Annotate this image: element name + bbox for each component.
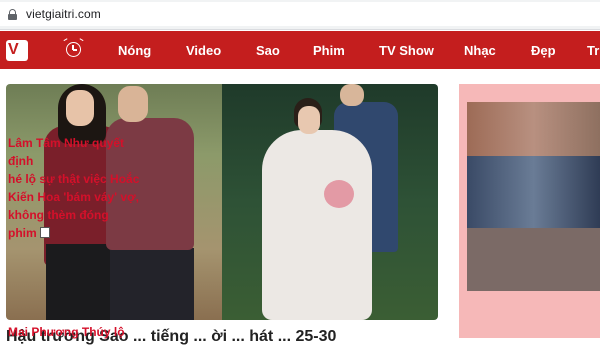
site-nav-bar: V Nóng Video Sao Phim TV Show Nhạc Đẹp T… <box>0 31 600 69</box>
vietgiaitri-logo-icon[interactable]: V <box>6 40 28 61</box>
url-field[interactable]: vietgiaitri.com <box>0 2 600 26</box>
nav-item-nhac[interactable]: Nhạc <box>464 43 496 58</box>
lock-icon[interactable] <box>8 9 17 20</box>
url-text[interactable]: vietgiaitri.com <box>26 7 101 21</box>
nav-item-video[interactable]: Video <box>186 43 221 58</box>
nav-item-sao[interactable]: Sao <box>256 43 280 58</box>
browser-address-bar: vietgiaitri.com <box>0 0 600 30</box>
nav-item-truncated[interactable]: Tr <box>587 43 599 58</box>
nav-item-dep[interactable]: Đẹp <box>531 43 556 58</box>
document-icon <box>39 227 50 238</box>
hero-photo-wedding <box>222 84 438 320</box>
sidebar-article-title[interactable]: Lâm Tâm Như quyết định hé lộ sự thật việ… <box>8 134 143 242</box>
sidebar-panel <box>459 84 600 338</box>
nav-item-nong[interactable]: Nóng <box>118 43 151 58</box>
sidebar-article-image[interactable] <box>467 102 600 291</box>
clock-icon[interactable] <box>63 38 84 57</box>
nav-item-tv-show[interactable]: TV Show <box>379 43 434 58</box>
sidebar-next-article-title[interactable]: Mai Phương Thúy lộ <box>8 325 125 339</box>
nav-item-phim[interactable]: Phim <box>313 43 345 58</box>
